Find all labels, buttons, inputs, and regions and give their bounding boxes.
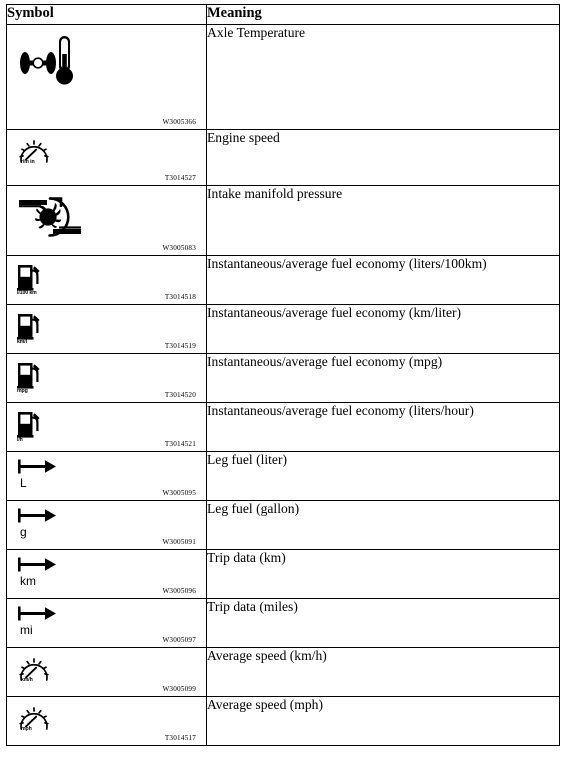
table-row: l/h T3014521 Instantaneous/average fuel ec… xyxy=(6,402,560,452)
fuel-pump-icon: mpg xyxy=(17,361,43,394)
table-row: l/100 km T3014518 Instantaneous/average fu… xyxy=(6,255,560,305)
symbol-wrapper: W3005366 xyxy=(7,25,206,129)
meaning-cell: Instantaneous/average fuel economy (lite… xyxy=(206,255,560,305)
symbol-wrapper: km/h W3005099 xyxy=(7,648,206,696)
symbol-code: W3005083 xyxy=(162,244,196,252)
symbol-code: W3005095 xyxy=(162,489,196,497)
symbol-wrapper: mpg T3014520 xyxy=(7,354,206,402)
axle-thermometer-icon xyxy=(17,32,79,94)
arrow-distance-icon: mi xyxy=(17,606,57,636)
symbol-unit-label: km/l xyxy=(17,339,27,345)
symbol-unit-label: l/h xyxy=(17,437,23,443)
fuel-pump-icon: km/l xyxy=(17,312,43,345)
symbol-code: W3005096 xyxy=(162,587,196,595)
symbol-code: W3005091 xyxy=(162,538,196,546)
arrow-distance-icon: km xyxy=(17,557,57,587)
table-row: km/h W3005099 Average speed (km/h) xyxy=(6,647,560,697)
fuel-pump-icon: l/h xyxy=(17,410,43,443)
symbol-cell: mi W3005097 xyxy=(6,598,207,648)
table-row: mpg T3014520 Instantaneous/average fuel ec… xyxy=(6,353,560,403)
meaning-cell: Intake manifold pressure xyxy=(206,185,560,256)
symbol-cell: mph T3014517 xyxy=(6,696,207,746)
symbol-wrapper: l/h T3014521 xyxy=(7,403,206,451)
table-row: r/m in T3014527 Engine speed xyxy=(6,129,560,186)
symbol-unit-label: mi xyxy=(20,623,33,637)
symbol-wrapper: mi W3005097 xyxy=(7,599,206,647)
tachometer-gauge-icon: r/m in xyxy=(17,137,51,165)
symbol-wrapper: km/l T3014519 xyxy=(7,305,206,353)
symbol-code: T3014519 xyxy=(164,342,196,350)
table-body: W3005366 Axle Temperature r/m in T3014527 E… xyxy=(6,24,560,746)
speedometer-gauge-icon: mph xyxy=(17,704,51,732)
symbol-code: W3005099 xyxy=(162,685,196,693)
symbol-cell: l/h T3014521 xyxy=(6,402,207,452)
symbol-code: T3014520 xyxy=(164,391,196,399)
symbol-wrapper: mph T3014517 xyxy=(7,697,206,745)
symbol-code: W3005366 xyxy=(162,118,196,126)
symbol-unit-label: mpg xyxy=(17,388,28,394)
meaning-cell: Leg fuel (gallon) xyxy=(206,500,560,550)
symbol-code: T3014527 xyxy=(164,174,196,182)
symbol-wrapper: L W3005095 xyxy=(7,452,206,500)
symbol-unit-label: l/100 km xyxy=(17,290,37,296)
meaning-cell: Instantaneous/average fuel economy (mpg) xyxy=(206,353,560,403)
meaning-cell: Instantaneous/average fuel economy (km/l… xyxy=(206,304,560,354)
symbol-cell: l/100 km T3014518 xyxy=(6,255,207,305)
column-header-symbol: Symbol xyxy=(6,4,207,25)
symbol-cell: mpg T3014520 xyxy=(6,353,207,403)
symbol-code: T3014517 xyxy=(164,734,196,742)
arrow-distance-icon: g xyxy=(17,508,57,538)
symbol-cell: W3005366 xyxy=(6,24,207,130)
meaning-cell: Instantaneous/average fuel economy (lite… xyxy=(206,402,560,452)
speedometer-gauge-icon: km/h xyxy=(17,655,51,683)
symbol-reference-page: Symbol Meaning W3005366 Axle Temperature… xyxy=(0,4,565,764)
meaning-cell: Trip data (km) xyxy=(206,549,560,599)
meaning-cell: Trip data (miles) xyxy=(206,598,560,648)
meaning-cell: Engine speed xyxy=(206,129,560,186)
meaning-cell: Axle Temperature xyxy=(206,24,560,130)
symbol-cell: g W3005091 xyxy=(6,500,207,550)
table-row: g W3005091 Leg fuel (gallon) xyxy=(6,500,560,550)
symbol-unit-label: L xyxy=(20,476,27,490)
table-row: W3005366 Axle Temperature xyxy=(6,24,560,130)
table-row: W3005083 Intake manifold pressure xyxy=(6,185,560,256)
meaning-cell: Average speed (km/h) xyxy=(206,647,560,697)
symbol-cell: L W3005095 xyxy=(6,451,207,501)
arrow-distance-icon: L xyxy=(17,459,57,489)
table-row: mi W3005097 Trip data (miles) xyxy=(6,598,560,648)
fuel-pump-icon: l/100 km xyxy=(17,263,43,296)
table-row: km/l T3014519 Instantaneous/average fuel e… xyxy=(6,304,560,354)
table-row: L W3005095 Leg fuel (liter) xyxy=(6,451,560,501)
symbol-unit-label: km xyxy=(20,574,36,588)
symbol-code: W3005097 xyxy=(162,636,196,644)
table-row: mph T3014517 Average speed (mph) xyxy=(6,696,560,746)
symbol-cell: r/m in T3014527 xyxy=(6,129,207,186)
symbol-wrapper: W3005083 xyxy=(7,186,206,255)
symbol-unit-label: g xyxy=(20,525,27,539)
symbol-cell: km/h W3005099 xyxy=(6,647,207,697)
symbol-code: T3014521 xyxy=(164,440,196,448)
turbocharger-icon xyxy=(17,193,83,241)
meaning-cell: Average speed (mph) xyxy=(206,696,560,746)
column-header-meaning: Meaning xyxy=(206,4,560,25)
symbol-wrapper: r/m in T3014527 xyxy=(7,130,206,185)
symbol-wrapper: km W3005096 xyxy=(7,550,206,598)
meaning-cell: Leg fuel (liter) xyxy=(206,451,560,501)
table-header-row: Symbol Meaning xyxy=(6,4,560,25)
table-row: km W3005096 Trip data (km) xyxy=(6,549,560,599)
symbol-cell: W3005083 xyxy=(6,185,207,256)
symbol-meaning-table: Symbol Meaning W3005366 Axle Temperature… xyxy=(6,4,560,746)
symbol-cell: km/l T3014519 xyxy=(6,304,207,354)
symbol-cell: km W3005096 xyxy=(6,549,207,599)
symbol-code: T3014518 xyxy=(164,293,196,301)
symbol-wrapper: g W3005091 xyxy=(7,501,206,549)
symbol-wrapper: l/100 km T3014518 xyxy=(7,256,206,304)
